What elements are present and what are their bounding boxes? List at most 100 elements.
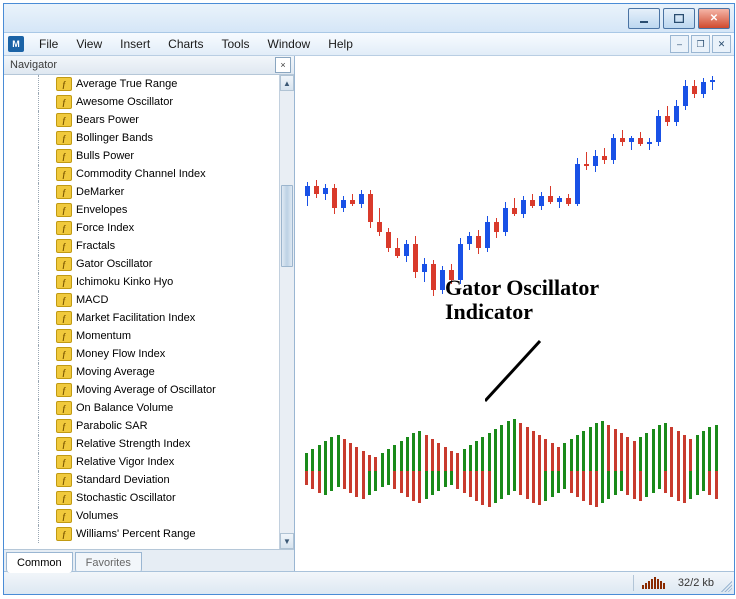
mdi-minimize-button[interactable]: ‒ <box>670 35 689 53</box>
gator-bar-top <box>519 423 522 471</box>
menu-insert[interactable]: Insert <box>111 34 159 54</box>
indicator-item[interactable]: fWilliams' Percent Range <box>4 525 280 543</box>
indicator-item[interactable]: fRelative Vigor Index <box>4 453 280 471</box>
gator-bar-bottom <box>355 471 358 497</box>
indicator-item[interactable]: fParabolic SAR <box>4 417 280 435</box>
gator-bar-top <box>362 451 365 471</box>
menu-tools[interactable]: Tools <box>213 34 259 54</box>
gator-bar-bottom <box>715 471 718 499</box>
indicator-item[interactable]: fOn Balance Volume <box>4 399 280 417</box>
gator-bar-top <box>431 439 434 471</box>
gator-bar-bottom <box>544 471 547 501</box>
gator-bar-top <box>576 435 579 471</box>
gator-bar-bottom <box>513 471 516 491</box>
gator-bar-top <box>494 429 497 471</box>
indicator-item[interactable]: fMoney Flow Index <box>4 345 280 363</box>
gator-bar-top <box>488 433 491 471</box>
scroll-up-button[interactable]: ▲ <box>280 75 294 91</box>
indicator-item[interactable]: fStochastic Oscillator <box>4 489 280 507</box>
menu-file[interactable]: File <box>30 34 67 54</box>
indicator-item[interactable]: f Relative Strength Index <box>4 435 280 453</box>
indicator-item[interactable]: fGator Oscillator <box>4 255 280 273</box>
indicator-icon: f <box>56 347 72 361</box>
tab-favorites[interactable]: Favorites <box>75 552 142 573</box>
indicator-item[interactable]: fMoving Average <box>4 363 280 381</box>
gator-bar-top <box>696 435 699 471</box>
indicator-item[interactable]: fDeMarker <box>4 183 280 201</box>
gator-bar-bottom <box>500 471 503 499</box>
indicator-item[interactable]: fCommodity Channel Index <box>4 165 280 183</box>
indicator-icon: f <box>56 455 72 469</box>
gator-bar-bottom <box>343 471 346 489</box>
indicator-label: Moving Average <box>76 366 155 378</box>
indicator-item[interactable]: fStandard Deviation <box>4 471 280 489</box>
indicator-item[interactable]: fEnvelopes <box>4 201 280 219</box>
gator-bar-top <box>475 441 478 471</box>
indicator-item[interactable]: fAwesome Oscillator <box>4 93 280 111</box>
window-maximize-button[interactable] <box>663 8 695 29</box>
gator-bar-bottom <box>374 471 377 491</box>
indicator-icon: f <box>56 437 72 451</box>
indicator-item[interactable]: fIchimoku Kinko Hyo <box>4 273 280 291</box>
window-minimize-button[interactable] <box>628 8 660 29</box>
gator-bar-top <box>374 457 377 471</box>
gator-bar-top <box>670 427 673 471</box>
gator-bar-top <box>715 425 718 471</box>
gator-bar-bottom <box>570 471 573 493</box>
gator-bar-top <box>626 437 629 471</box>
gator-bar-top <box>463 449 466 471</box>
indicator-item[interactable]: fBears Power <box>4 111 280 129</box>
gator-bar-top <box>456 453 459 471</box>
gator-bar-bottom <box>601 471 604 503</box>
scroll-thumb[interactable] <box>281 185 293 267</box>
gator-bar-bottom <box>412 471 415 501</box>
indicator-item[interactable]: fMomentum <box>4 327 280 345</box>
indicator-label: Moving Average of Oscillator <box>76 384 216 396</box>
indicator-item[interactable]: fMACD <box>4 291 280 309</box>
indicator-item[interactable]: fAverage True Range <box>4 75 280 93</box>
indicator-item[interactable]: fBollinger Bands <box>4 129 280 147</box>
gator-bar-top <box>601 421 604 471</box>
resize-grip[interactable] <box>718 578 732 592</box>
indicator-item[interactable]: fBulls Power <box>4 147 280 165</box>
indicator-icon: f <box>56 131 72 145</box>
menu-help[interactable]: Help <box>319 34 362 54</box>
app-icon: M <box>8 36 24 52</box>
gator-bar-bottom <box>337 471 340 487</box>
tab-common[interactable]: Common <box>6 552 73 573</box>
gator-bar-bottom <box>652 471 655 493</box>
chart-area[interactable]: Gator Oscillator Indicator <box>295 56 734 572</box>
indicator-label: Relative Strength Index <box>76 438 190 450</box>
statusbar: 32/2 kb <box>4 571 734 594</box>
indicator-item[interactable]: fMarket Facilitation Index <box>4 309 280 327</box>
menu-window[interactable]: Window <box>259 34 320 54</box>
gator-bar-bottom <box>469 471 472 497</box>
window-close-button[interactable]: ✕ <box>698 8 730 29</box>
indicator-label: MACD <box>76 294 108 306</box>
navigator-scrollbar[interactable]: ▲ ▼ <box>279 75 294 549</box>
indicator-item[interactable]: fForce Index <box>4 219 280 237</box>
mdi-restore-button[interactable]: ❐ <box>691 35 710 53</box>
indicator-item[interactable]: fFractals <box>4 237 280 255</box>
navigator-tree[interactable]: fAverage True RangefAwesome OscillatorfB… <box>4 75 280 549</box>
scroll-down-button[interactable]: ▼ <box>280 533 294 549</box>
indicator-icon: f <box>56 401 72 415</box>
menu-view[interactable]: View <box>67 34 111 54</box>
gator-bar-bottom <box>595 471 598 507</box>
indicator-label: DeMarker <box>76 186 124 198</box>
navigator-close-button[interactable]: × <box>275 57 291 73</box>
menu-charts[interactable]: Charts <box>159 34 212 54</box>
indicator-item[interactable]: fVolumes <box>4 507 280 525</box>
gator-bar-top <box>551 443 554 471</box>
mdi-close-button[interactable]: ✕ <box>712 35 731 53</box>
indicator-item[interactable]: fMoving Average of Oscillator <box>4 381 280 399</box>
gator-bar-top <box>343 439 346 471</box>
gator-bar-bottom <box>431 471 434 495</box>
gator-bar-bottom <box>475 471 478 501</box>
gator-bar-bottom <box>400 471 403 493</box>
indicator-label: Awesome Oscillator <box>76 96 173 108</box>
gator-bar-bottom <box>437 471 440 491</box>
gator-bar-top <box>406 437 409 471</box>
indicator-label: Momentum <box>76 330 131 342</box>
gator-bar-bottom <box>463 471 466 493</box>
